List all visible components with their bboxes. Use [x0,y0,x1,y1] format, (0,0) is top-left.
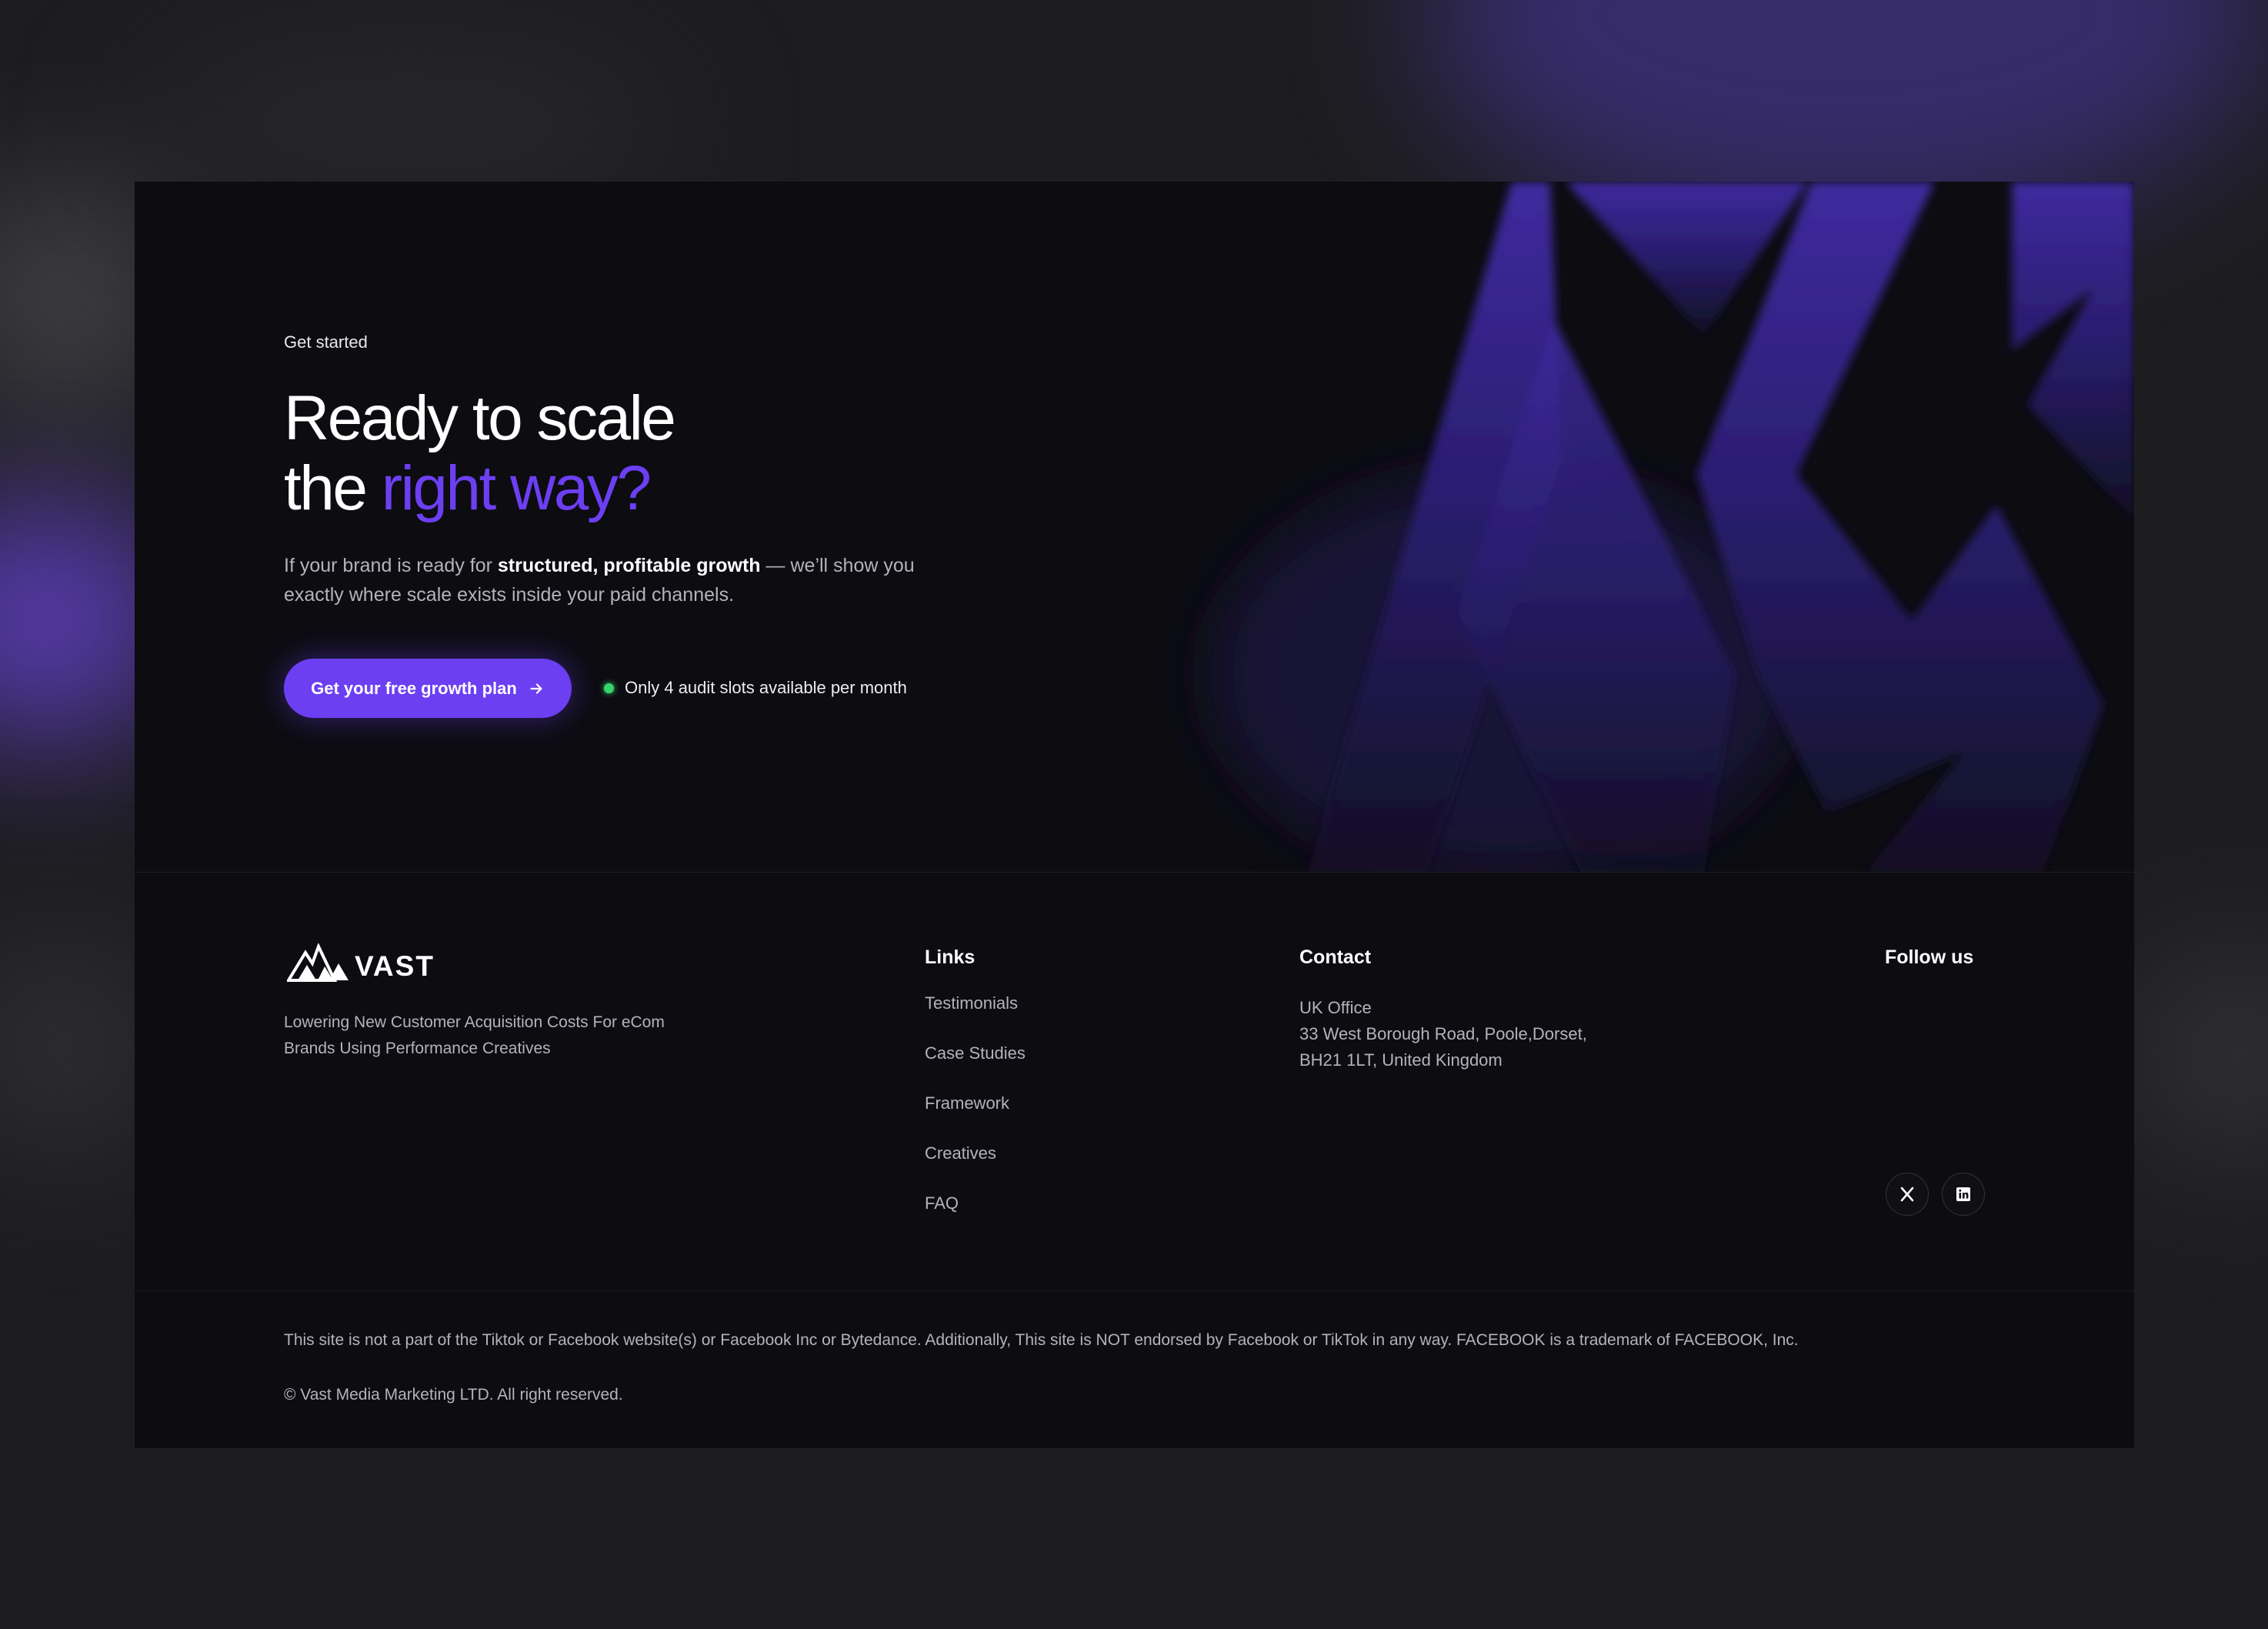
status-dot-icon [604,683,614,693]
contact-heading: Contact [1299,946,1372,968]
headline-accent: right way? [381,453,652,523]
headline-line-1: Ready to scale [284,383,676,453]
page-card: Get started Ready to scale the right way… [135,182,2134,1448]
legal-divider [135,1290,2134,1291]
backdrop-gray-glow [2123,946,2268,1162]
x-social-button[interactable] [1886,1173,1929,1216]
section-headline: Ready to scale the right way? [284,383,676,523]
cta-label: Get your free growth plan [311,678,517,698]
follow-heading: Follow us [1885,946,1974,968]
links-heading: Links [925,946,976,968]
office-address: UK Office 33 West Borough Road, Poole,Do… [1299,995,1587,1073]
availability-text: Only 4 audit slots available per month [625,678,907,697]
address-line: 33 West Borough Road, Poole,Dorset, [1299,1024,1587,1043]
brand-mark-illustration [1212,182,2134,873]
headline-line-2-prefix: the [284,453,382,523]
linkedin-icon [1956,1187,1970,1201]
subtext-emphasis: structured, profitable growth [497,555,761,576]
availability-notice: Only 4 audit slots available per month [604,678,907,698]
section-divider [135,872,2134,873]
subtext-start: If your brand is ready for [284,555,498,576]
cta-section: Get started Ready to scale the right way… [135,182,2134,873]
footer-link-testimonials[interactable]: Testimonials [925,995,1026,1045]
footer-link-creatives[interactable]: Creatives [925,1145,1026,1195]
social-links [1886,1173,1985,1216]
footer-links: Testimonials Case Studies Framework Crea… [925,995,1026,1245]
x-icon [1900,1187,1914,1202]
footer-link-framework[interactable]: Framework [925,1095,1026,1145]
arrow-right-icon [530,683,542,694]
copyright: © Vast Media Marketing LTD. All right re… [284,1386,623,1404]
brand-tagline: Lowering New Customer Acquisition Costs … [284,1013,665,1057]
footer-link-case-studies[interactable]: Case Studies [925,1045,1026,1095]
vast-logo[interactable]: VAST [287,943,435,982]
backdrop-gray-glow [138,46,677,200]
address-line: UK Office [1299,998,1372,1017]
get-growth-plan-button[interactable]: Get your free growth plan [284,659,572,718]
legal-disclaimer: This site is not a part of the Tiktok or… [284,1331,1799,1349]
linkedin-social-button[interactable] [1942,1173,1985,1216]
section-eyebrow: Get started [284,332,368,352]
section-subtext: If your brand is ready for structured, p… [284,551,930,609]
brand-name: VAST [355,950,435,982]
address-line: BH21 1LT, United Kingdom [1299,1050,1503,1070]
footer-link-faq[interactable]: FAQ [925,1195,1026,1245]
mountain-logo-icon [287,943,349,982]
